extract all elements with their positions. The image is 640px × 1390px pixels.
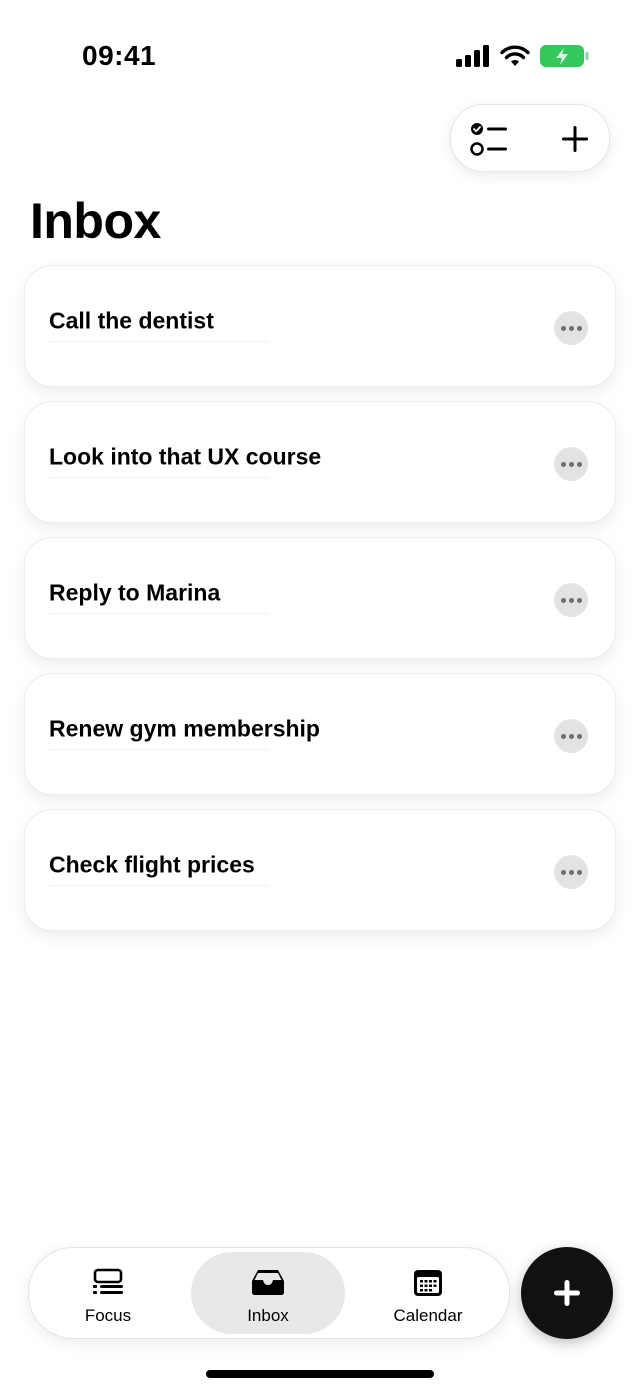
more-options-button[interactable] [554,719,588,753]
ellipsis-dot [568,869,574,875]
task-card[interactable]: Look into that UX course [24,401,616,523]
task-card[interactable]: Check flight prices [24,809,616,931]
ellipsis-dot [568,733,574,739]
ellipsis-dot [576,325,582,331]
tab-bar: Focus Inbox Calendar [28,1247,510,1339]
tab-focus[interactable]: Focus [31,1252,185,1334]
more-options-button[interactable] [554,583,588,617]
task-divider [49,749,269,750]
task-title: Look into that UX course [49,443,322,470]
ellipsis-dot [576,869,582,875]
focus-icon [93,1268,123,1294]
home-indicator[interactable] [206,1370,434,1378]
cellular-signal-icon [456,45,489,67]
task-filter-button[interactable] [469,119,513,159]
new-task-fab[interactable] [521,1247,613,1339]
inbox-tray-icon [252,1270,284,1295]
wifi-icon [500,45,530,66]
task-card[interactable]: Call the dentist [24,265,616,387]
task-title: Check flight prices [49,851,255,878]
ellipsis-icon [560,869,566,875]
ellipsis-icon [560,325,566,331]
task-divider [49,613,269,614]
add-button[interactable] [555,119,595,159]
task-card[interactable]: Renew gym membership [24,673,616,795]
task-divider [49,341,269,342]
ellipsis-icon [560,597,566,603]
tab-label: Focus [84,1306,132,1325]
task-title: Reply to Marina [49,579,221,606]
tab-label: Inbox [247,1306,289,1325]
ellipsis-icon [560,461,566,467]
task-title: Call the dentist [49,307,214,334]
tab-calendar[interactable]: Calendar [351,1252,505,1334]
status-time: 09:41 [82,40,157,71]
ellipsis-dot [576,733,582,739]
task-card[interactable]: Reply to Marina [24,537,616,659]
battery-charging-icon [540,45,589,67]
tab-inbox[interactable]: Inbox [191,1252,345,1334]
page-title: Inbox [30,193,161,249]
ellipsis-dot [576,461,582,467]
plus-icon [554,1280,580,1306]
more-options-button[interactable] [554,311,588,345]
status-icons [456,44,590,68]
more-options-button[interactable] [554,855,588,889]
checklist-icon [470,123,507,156]
ellipsis-icon [560,733,566,739]
plus-icon [562,126,588,152]
ellipsis-dot [576,597,582,603]
ellipsis-dot [568,597,574,603]
tab-label: Calendar [393,1306,463,1325]
calendar-icon [414,1270,442,1296]
task-divider [49,885,269,886]
status-bar: 09:41 [0,0,640,100]
toolbar-pill [450,104,610,172]
task-list: Call the dentist Look into that UX cours… [24,265,616,945]
ellipsis-dot [568,325,574,331]
task-divider [49,477,269,478]
task-title: Renew gym membership [49,715,320,742]
ellipsis-dot [568,461,574,467]
more-options-button[interactable] [554,447,588,481]
